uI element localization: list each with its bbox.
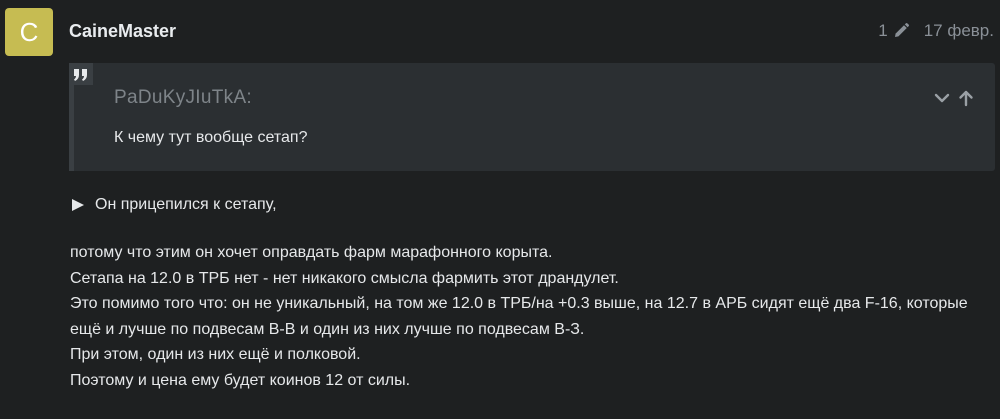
details-summary-text: Он прицепился к сетапу, — [95, 196, 277, 213]
avatar[interactable]: C — [5, 8, 53, 56]
body-line: потому что этим он хочет оправдать фарм … — [70, 244, 553, 261]
quote-controls — [933, 89, 975, 107]
body-line: Это помимо того что: он не уникальный, н… — [70, 295, 968, 338]
edit-count[interactable]: 1 — [878, 21, 887, 41]
triangle-right-icon — [71, 198, 85, 212]
quote-text: К чему тут вообще сетап? — [114, 129, 308, 146]
details-summary[interactable]: Он прицепился к сетапу, — [71, 196, 277, 214]
post-meta: 1 17 февр. — [878, 21, 994, 41]
username[interactable]: CaineMaster — [69, 21, 176, 42]
post-date[interactable]: 17 февр. — [924, 21, 994, 41]
pencil-icon[interactable] — [892, 22, 910, 40]
body-line: При этом, один из них ещё и полковой. — [70, 346, 361, 363]
quote-block: PaDuKyJIuTkA: К чему тут вообще сетап? — [69, 63, 995, 171]
post-body: потому что этим он хочет оправдать фарм … — [70, 240, 990, 393]
body-line: Сетапа на 12.0 в ТРБ нет - нет никакого … — [70, 269, 619, 287]
body-line: Поэтому и цена ему будет коинов 12 от си… — [70, 371, 411, 389]
arrow-up-icon[interactable] — [957, 89, 975, 107]
chevron-down-icon[interactable] — [933, 89, 951, 107]
quote-icon — [69, 63, 93, 85]
quote-author: PaDuKyJIuTkA: — [114, 87, 253, 108]
